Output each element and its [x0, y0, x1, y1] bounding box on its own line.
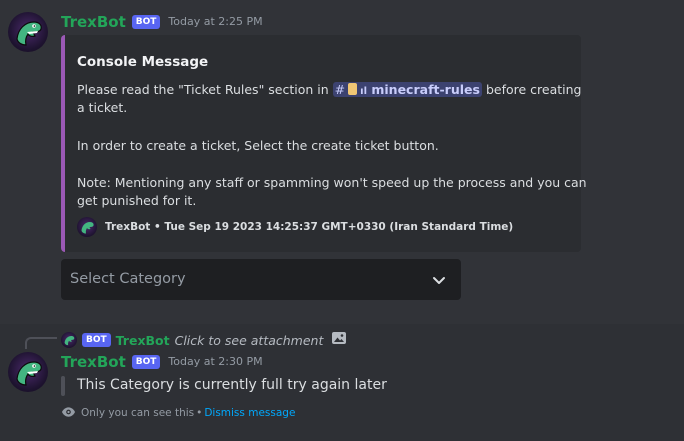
chevron-down-icon: [431, 272, 447, 292]
eye-icon: [61, 403, 76, 422]
message1-header: TrexBot BOT Today at 2:25 PM: [61, 13, 263, 31]
embed-text-before: Please read the "Ticket Rules" section i…: [77, 82, 329, 97]
embed-text-after: before creating: [485, 82, 582, 97]
message2-header: TrexBot BOT Today at 2:30 PM: [61, 353, 263, 371]
select-category-dropdown[interactable]: Select Category: [61, 259, 461, 300]
channel-mention[interactable]: # ıl minecraft-rules: [332, 82, 482, 97]
trexbot-avatar[interactable]: [8, 12, 48, 52]
embed-line-2: a ticket.: [77, 100, 128, 115]
reply-connector: [25, 337, 57, 349]
timestamp[interactable]: Today at 2:30 PM: [168, 355, 262, 369]
separator: •: [196, 406, 203, 419]
bot-badge: BOT: [131, 355, 161, 369]
trex-logo-icon: [16, 21, 42, 46]
reply-bot-badge: BOT: [82, 333, 111, 347]
image-icon: [331, 330, 347, 350]
trexbot-avatar[interactable]: [8, 352, 48, 392]
divider-icon: ıl: [360, 86, 368, 97]
trex-logo-icon: [16, 361, 42, 386]
embed-card: Console Message Please read the "Ticket …: [61, 35, 587, 252]
footer-avatar-icon: [77, 217, 97, 237]
hash-icon: #: [334, 82, 346, 97]
embed-paragraph-3-line-2: get punished for it.: [77, 193, 197, 208]
dismiss-message-link[interactable]: Dismiss message: [204, 406, 295, 420]
ephemeral-note: Only you can see this: [81, 406, 195, 419]
embed-footer-text: TrexBot • Tue Sep 19 2023 14:25:37 GMT+0…: [105, 221, 514, 233]
reply-author[interactable]: TrexBot: [116, 333, 170, 348]
select-placeholder: Select Category: [70, 271, 186, 287]
channel-name: minecraft-rules: [371, 82, 480, 97]
ticket-emoji-icon: [348, 83, 358, 95]
author-name[interactable]: TrexBot: [61, 353, 126, 371]
embed-footer: TrexBot • Tue Sep 19 2023 14:25:37 GMT+0…: [77, 217, 513, 237]
reply-avatar-icon: [61, 332, 77, 348]
bot-badge: BOT: [131, 15, 161, 29]
quote-bar: [61, 376, 65, 396]
embed-line-1: Please read the "Ticket Rules" section i…: [77, 81, 581, 101]
reply-preview[interactable]: BOT TrexBot Click to see attachment: [61, 330, 347, 350]
embed-paragraph-3-line-1: Note: Mentioning any staff or spamming w…: [77, 175, 587, 190]
embed-title: Console Message: [77, 54, 209, 70]
reply-text[interactable]: Click to see attachment: [175, 333, 324, 348]
message-content: This Category is currently full try agai…: [77, 377, 387, 393]
timestamp[interactable]: Today at 2:25 PM: [168, 15, 262, 29]
embed-paragraph-2: In order to create a ticket, Select the …: [77, 138, 439, 153]
ephemeral-notice: Only you can see this • Dismiss message: [61, 403, 295, 422]
author-name[interactable]: TrexBot: [61, 13, 126, 31]
